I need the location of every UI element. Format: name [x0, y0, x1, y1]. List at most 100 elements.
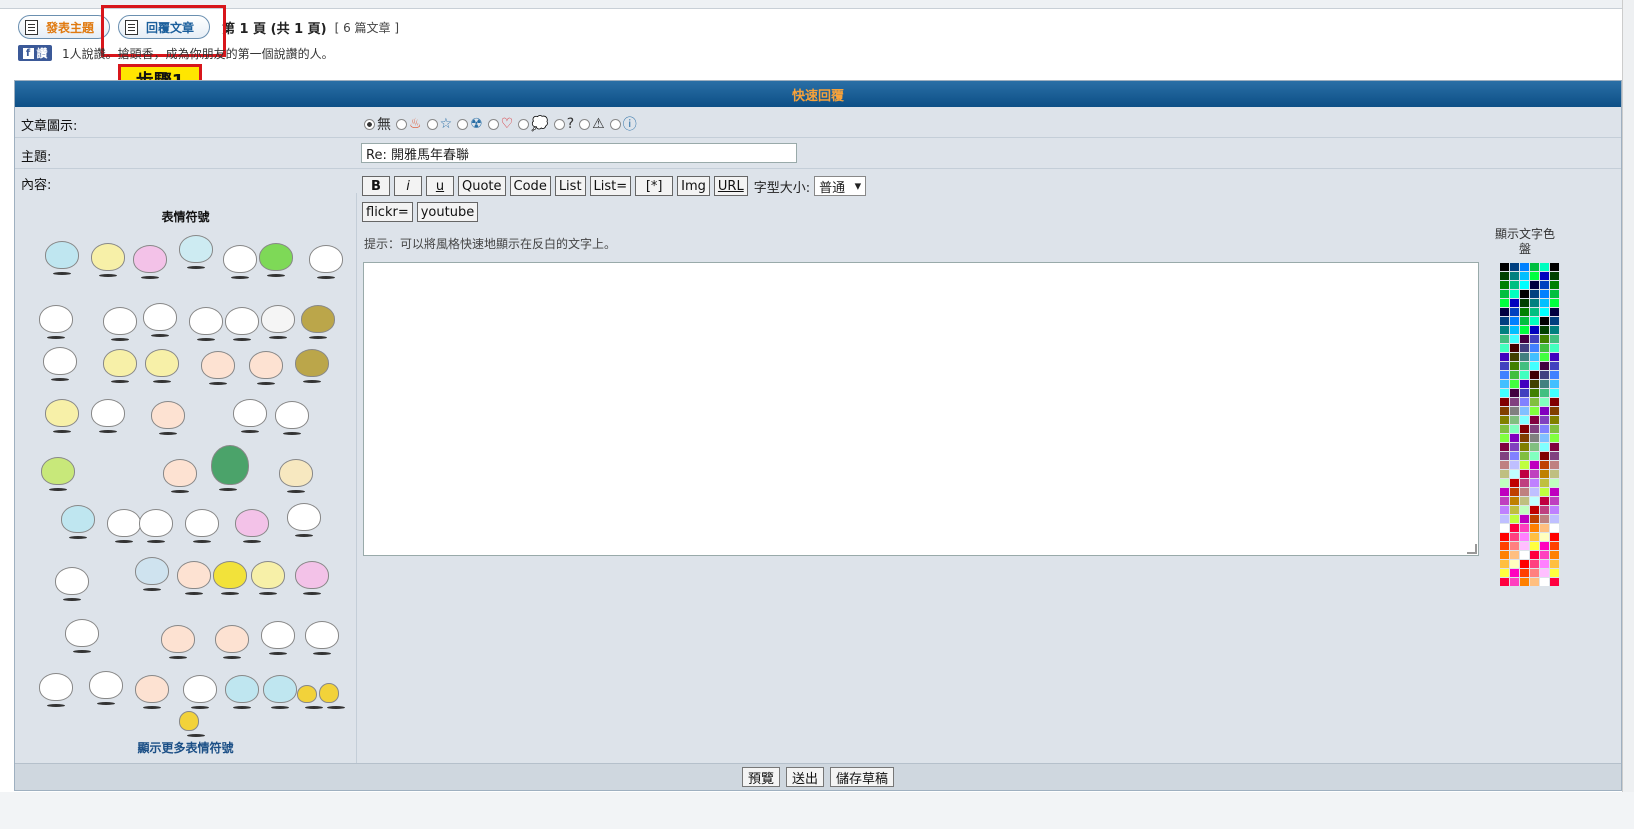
color-swatch[interactable] — [1510, 407, 1519, 415]
emoticon[interactable] — [185, 509, 219, 543]
color-swatch[interactable] — [1550, 515, 1559, 523]
color-swatch[interactable] — [1530, 578, 1539, 586]
color-swatch[interactable] — [1530, 515, 1539, 523]
color-swatch[interactable] — [1550, 407, 1559, 415]
color-swatch[interactable] — [1520, 560, 1529, 568]
color-swatch[interactable] — [1510, 272, 1519, 280]
color-swatch[interactable] — [1540, 542, 1549, 550]
radio-fire[interactable] — [396, 118, 407, 130]
color-swatch[interactable] — [1550, 497, 1559, 505]
color-swatch[interactable] — [1530, 353, 1539, 361]
color-swatch[interactable] — [1530, 362, 1539, 370]
color-swatch[interactable] — [1530, 542, 1539, 550]
color-swatch[interactable] — [1550, 416, 1559, 424]
emoticon[interactable] — [189, 307, 223, 341]
emoticon[interactable] — [263, 675, 297, 709]
color-swatch[interactable] — [1510, 353, 1519, 361]
emoticon[interactable] — [301, 305, 335, 339]
color-swatch[interactable] — [1500, 551, 1509, 559]
color-swatch[interactable] — [1500, 569, 1509, 577]
color-swatch[interactable] — [1510, 263, 1519, 271]
list-button[interactable]: List — [554, 176, 586, 196]
emoticon[interactable] — [161, 625, 195, 659]
color-swatch[interactable] — [1530, 344, 1539, 352]
color-swatch[interactable] — [1500, 326, 1509, 334]
color-swatch[interactable] — [1530, 497, 1539, 505]
emoticon[interactable] — [151, 401, 185, 435]
preview-button[interactable]: 預覽 — [741, 767, 780, 787]
color-swatch[interactable] — [1540, 551, 1549, 559]
color-swatch[interactable] — [1520, 551, 1529, 559]
emoticon[interactable] — [295, 349, 329, 383]
color-swatch[interactable] — [1530, 569, 1539, 577]
color-swatch[interactable] — [1520, 389, 1529, 397]
color-swatch[interactable] — [1500, 434, 1509, 442]
color-swatch[interactable] — [1550, 542, 1559, 550]
color-swatch[interactable] — [1520, 344, 1529, 352]
emoticon[interactable] — [61, 505, 95, 539]
color-swatch[interactable] — [1550, 524, 1559, 532]
color-swatch[interactable] — [1520, 506, 1529, 514]
ordered-list-button[interactable]: List= — [589, 176, 632, 196]
color-palette-title[interactable]: 顯示文字色盤 — [1495, 227, 1555, 257]
subject-input[interactable] — [361, 143, 797, 163]
emoticon[interactable] — [319, 683, 345, 709]
color-swatch[interactable] — [1550, 353, 1559, 361]
color-swatch[interactable] — [1530, 335, 1539, 343]
color-swatch[interactable] — [1500, 308, 1509, 316]
color-swatch[interactable] — [1550, 299, 1559, 307]
color-swatch[interactable] — [1510, 308, 1519, 316]
color-swatch[interactable] — [1500, 479, 1509, 487]
color-swatch[interactable] — [1520, 371, 1529, 379]
color-swatch[interactable] — [1540, 290, 1549, 298]
color-swatch[interactable] — [1550, 578, 1559, 586]
save-draft-button[interactable]: 儲存草稿 — [830, 767, 895, 787]
color-swatch[interactable] — [1550, 506, 1559, 514]
color-swatch[interactable] — [1550, 263, 1559, 271]
color-swatch[interactable] — [1500, 542, 1509, 550]
radio-warning[interactable] — [579, 118, 591, 130]
color-swatch[interactable] — [1540, 281, 1549, 289]
color-swatch[interactable] — [1530, 299, 1539, 307]
emoticon[interactable] — [179, 711, 205, 737]
color-swatch[interactable] — [1510, 443, 1519, 451]
color-swatch[interactable] — [1550, 362, 1559, 370]
color-swatch[interactable] — [1500, 506, 1509, 514]
color-swatch[interactable] — [1550, 335, 1559, 343]
emoticon[interactable] — [275, 401, 309, 435]
color-swatch[interactable] — [1500, 398, 1509, 406]
color-swatch[interactable] — [1540, 362, 1549, 370]
color-swatch[interactable] — [1500, 407, 1509, 415]
color-swatch[interactable] — [1550, 389, 1559, 397]
color-swatch[interactable] — [1530, 443, 1539, 451]
underline-button[interactable]: u — [426, 176, 454, 196]
emoticon[interactable] — [89, 671, 123, 705]
emoticon[interactable] — [39, 673, 73, 707]
emoticon[interactable] — [45, 399, 79, 433]
color-swatch[interactable] — [1510, 380, 1519, 388]
emoticon[interactable] — [287, 503, 321, 537]
color-swatch[interactable] — [1500, 497, 1509, 505]
color-swatch[interactable] — [1540, 443, 1549, 451]
color-swatch[interactable] — [1540, 470, 1549, 478]
color-swatch[interactable] — [1530, 425, 1539, 433]
color-swatch[interactable] — [1520, 452, 1529, 460]
color-swatch[interactable] — [1520, 533, 1529, 541]
color-swatch[interactable] — [1500, 488, 1509, 496]
resize-handle-icon[interactable] — [1467, 544, 1477, 554]
color-swatch[interactable] — [1510, 461, 1519, 469]
color-swatch[interactable] — [1500, 389, 1509, 397]
emoticon[interactable] — [45, 241, 79, 275]
color-swatch[interactable] — [1520, 497, 1529, 505]
color-swatch[interactable] — [1520, 434, 1529, 442]
color-swatch[interactable] — [1540, 335, 1549, 343]
emoticon[interactable] — [179, 235, 213, 269]
color-swatch[interactable] — [1510, 326, 1519, 334]
color-swatch[interactable] — [1510, 515, 1519, 523]
emoticon[interactable] — [297, 685, 323, 709]
emoticon[interactable] — [261, 305, 295, 339]
color-swatch[interactable] — [1510, 362, 1519, 370]
color-swatch[interactable] — [1510, 434, 1519, 442]
color-swatch[interactable] — [1530, 479, 1539, 487]
emoticon[interactable] — [135, 675, 169, 709]
